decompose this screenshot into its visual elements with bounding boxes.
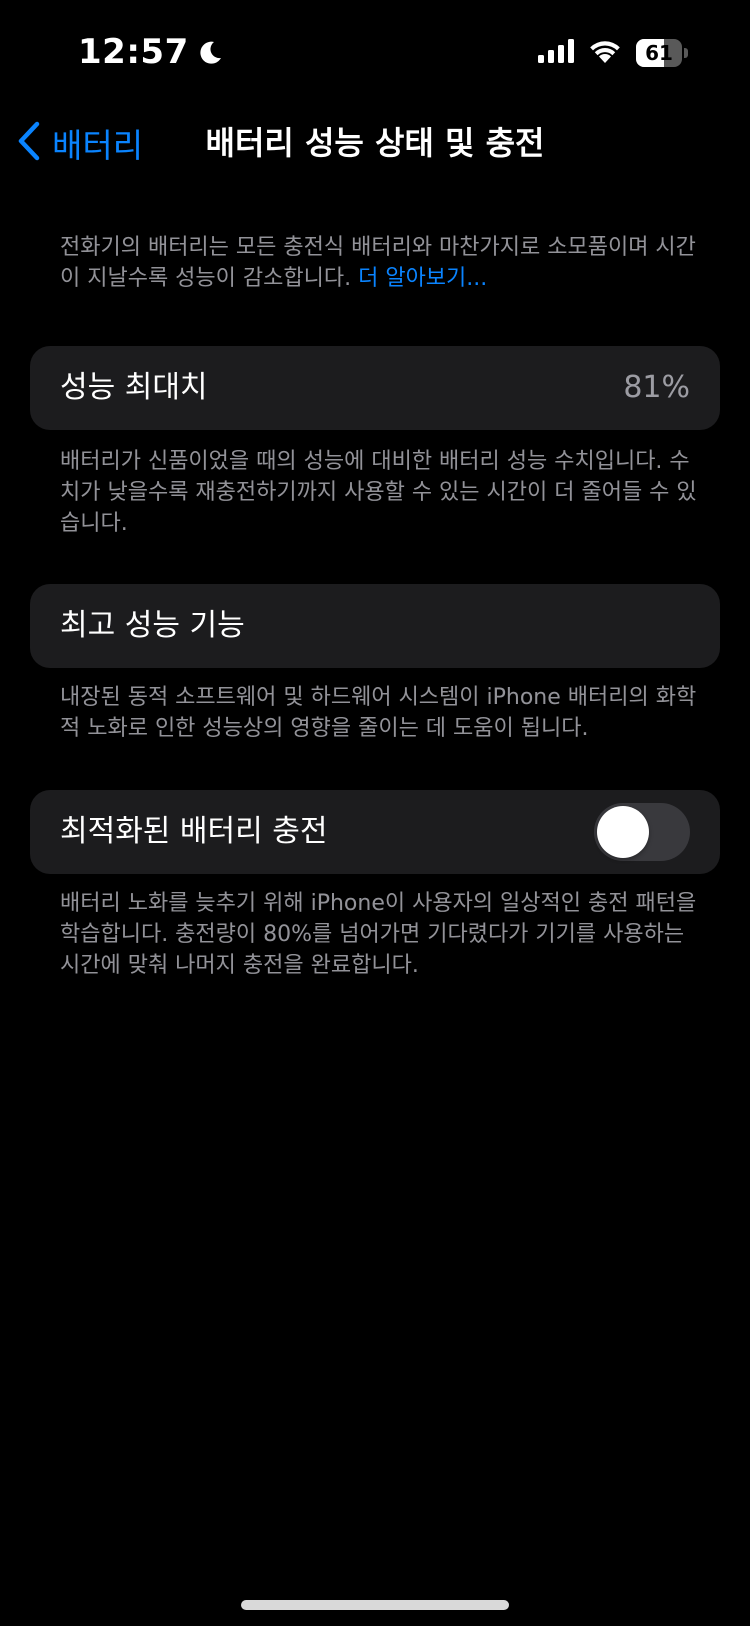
- back-button[interactable]: 배터리: [16, 118, 143, 168]
- chevron-left-icon: [16, 121, 42, 165]
- navigation-bar: 배터리 성능 상태 및 충전 배터리: [0, 110, 750, 176]
- peak-performance-cell: 최고 성능 기능: [30, 584, 720, 668]
- battery-level: 61: [645, 41, 673, 65]
- max-capacity-value: 81%: [623, 370, 690, 405]
- max-capacity-label: 성능 최대치: [60, 370, 208, 405]
- status-time: 12:57: [78, 32, 225, 72]
- cellular-signal-icon: [538, 39, 574, 67]
- intro-description: 전화기의 배터리는 모든 충전식 배터리와 마찬가지로 소모품이며 시간이 지날…: [60, 232, 700, 294]
- moon-icon: [195, 37, 225, 67]
- status-indicators: 61: [538, 38, 688, 68]
- optimized-charging-label: 최적화된 배터리 충전: [60, 814, 328, 849]
- max-capacity-description: 배터리가 신품이었을 때의 성능에 대비한 배터리 성능 수치입니다. 수치가 …: [60, 449, 697, 536]
- battery-icon: 61: [636, 39, 688, 67]
- peak-performance-description: 내장된 동적 소프트웨어 및 하드웨어 시스템이 iPhone 배터리의 화학적…: [60, 685, 697, 741]
- battery-tip: [684, 48, 688, 58]
- max-capacity-cell: 성능 최대치 81%: [30, 346, 720, 430]
- status-bar: 12:57 61: [0, 0, 750, 110]
- status-time-text: 12:57: [78, 32, 189, 72]
- optimized-charging-toggle[interactable]: [594, 803, 690, 861]
- back-label: 배터리: [52, 126, 144, 165]
- peak-performance-label: 최고 성능 기능: [60, 608, 245, 643]
- home-indicator[interactable]: [241, 1600, 509, 1610]
- optimized-charging-description: 배터리 노화를 늦추기 위해 iPhone이 사용자의 일상적인 충전 패턴을 …: [60, 891, 697, 978]
- wifi-icon: [588, 38, 622, 68]
- toggle-knob: [597, 806, 649, 858]
- learn-more-link[interactable]: 더 알아보기...: [358, 266, 487, 291]
- optimized-charging-cell: 최적화된 배터리 충전: [30, 790, 720, 874]
